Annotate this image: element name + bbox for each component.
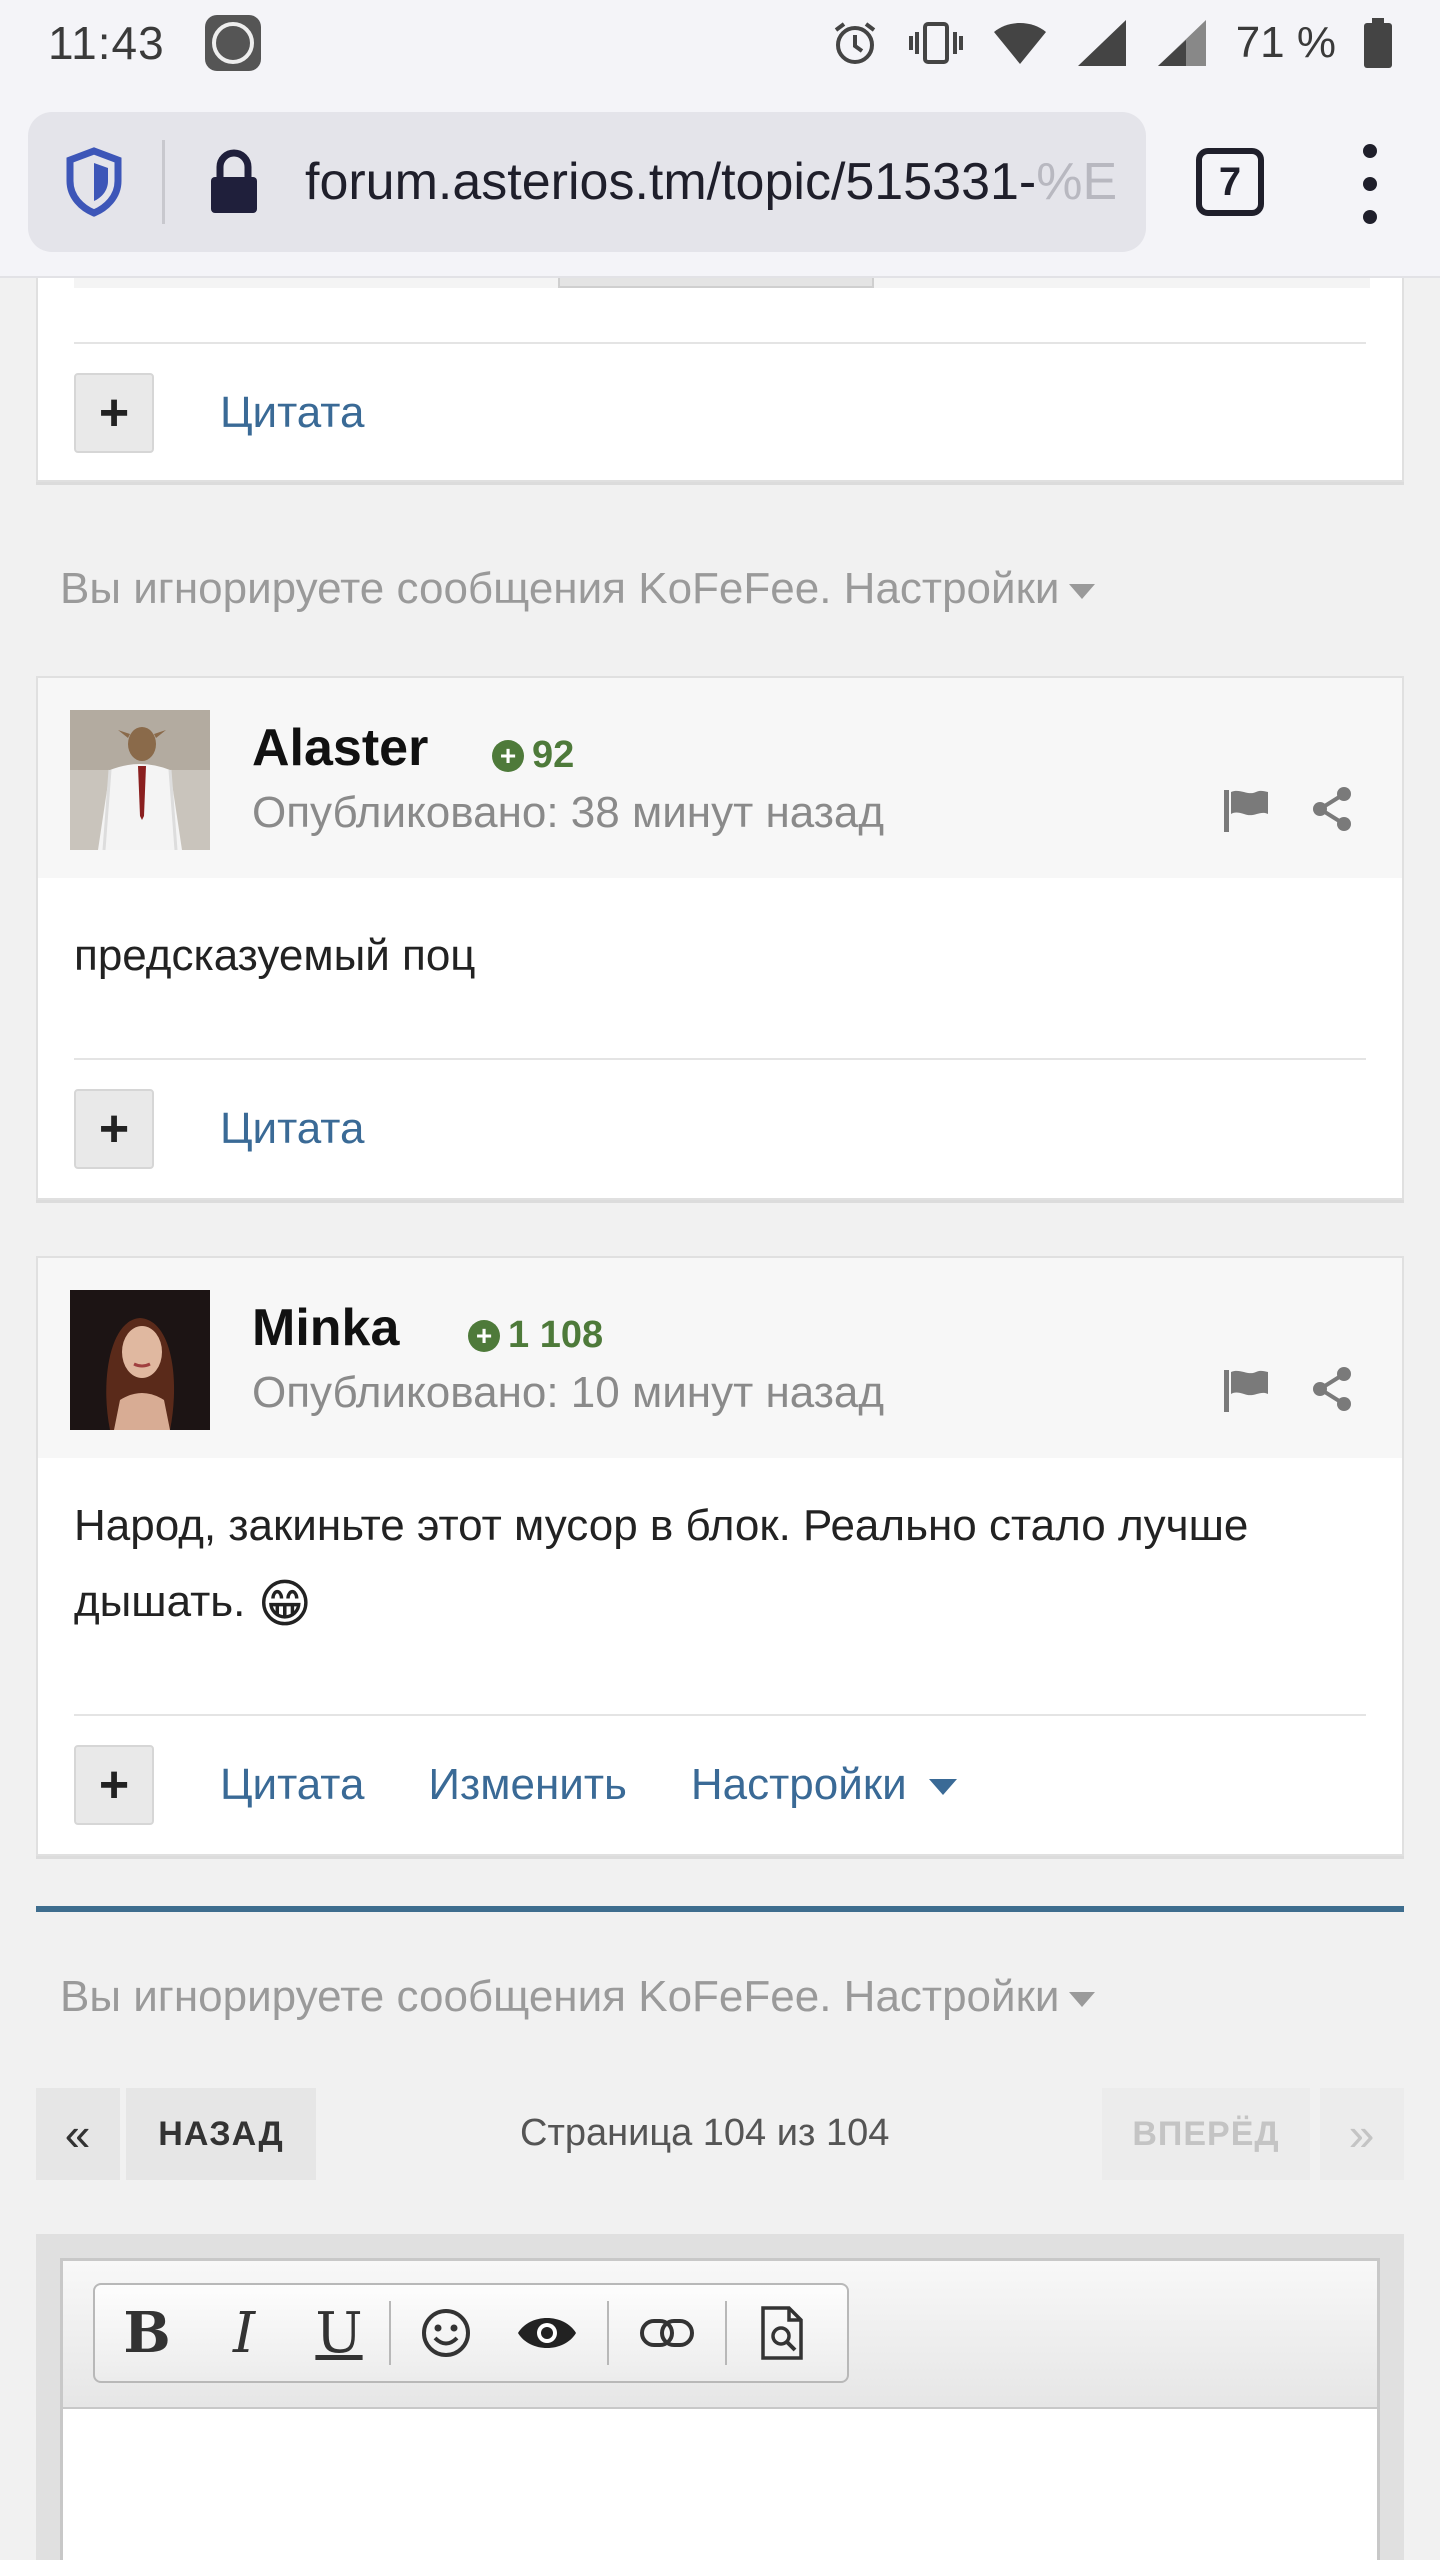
settings-dropdown[interactable]: Настройки [691,1760,957,1810]
status-bar: 11:43 71 % [0,0,1440,86]
page-indicator: Страница 104 из 104 [520,2112,890,2154]
italic-button[interactable]: I [199,2283,289,2383]
last-page-button[interactable]: » [1320,2088,1404,2180]
previous-post: + Цитата [36,278,1404,482]
quote-link[interactable]: Цитата [220,1760,364,1810]
pagination: « НАЗАД Страница 104 из 104 ВПЕРЁД » [36,2088,1404,2180]
bold-button[interactable]: B [95,2283,199,2383]
post-timestamp[interactable]: Опубликовано: 10 минут назад [252,1368,884,1418]
chevron-down-icon [928,1779,957,1796]
tab-switcher-button[interactable]: 7 [1196,148,1264,216]
emoji-icon[interactable] [391,2283,501,2383]
post-header: Minka + 1 108 Опубликовано: 10 минут наз… [38,1258,1402,1458]
ignored-notice-text[interactable]: Вы игнорируете сообщения KoFeFee. Настро… [60,1972,1059,2021]
plus-circle-icon: + [492,739,524,772]
mi-app-icon [204,15,261,71]
wifi-icon [992,20,1048,66]
formatting-buttons: B I U [93,2283,849,2383]
avatar[interactable] [70,1290,210,1430]
reputation-count: 92 [532,734,575,776]
reputation-plus-button[interactable]: + [74,1089,154,1169]
post-text: Народ, закиньте этот мусор в блок. Реаль… [74,1501,1249,1626]
first-page-button[interactable]: « [36,2088,120,2180]
signal-icon [1076,18,1128,68]
more-menu-icon[interactable] [1360,144,1380,224]
settings-label[interactable]: Настройки [691,1760,907,1809]
editor-frame: B I U [60,2258,1380,2560]
attached-image-fragment[interactable] [74,278,1370,288]
grinning-emoji: 😁 [257,1575,312,1634]
address-bar[interactable]: forum.asterios.tm/topic/515331-%E [28,112,1146,252]
reputation-badge: + 92 [492,734,574,777]
reply-editor: B I U [36,2234,1404,2560]
vibrate-icon [908,18,964,68]
reputation-count: 1 108 [508,1314,604,1356]
share-icon[interactable] [1310,1366,1354,1417]
url-text-fade: %E [1036,153,1118,211]
reputation-plus-button[interactable]: + [74,373,154,453]
editor-textarea[interactable] [63,2409,1377,2560]
post-timestamp[interactable]: Опубликовано: 38 минут назад [252,788,884,838]
address-separator [162,140,165,224]
flag-icon[interactable] [1222,1368,1270,1419]
post-card: Alaster + 92 Опубликовано: 38 минут наза… [36,676,1404,1200]
shield-icon[interactable] [46,112,142,252]
post-card: Minka + 1 108 Опубликовано: 10 минут наз… [36,1256,1404,1856]
status-icons: 71 % [830,18,1392,68]
prev-page-button[interactable]: НАЗАД [126,2088,316,2180]
spoiler-eye-icon[interactable] [501,2283,593,2383]
clock: 11:43 [48,17,165,69]
preview-icon[interactable] [727,2283,837,2383]
link-icon[interactable] [609,2283,725,2383]
chevron-down-icon [1069,1991,1096,2007]
quote-link[interactable]: Цитата [220,388,364,438]
post-footer: + Цитата [74,342,1366,482]
next-page-button[interactable]: ВПЕРЁД [1102,2088,1310,2180]
underline-button[interactable]: U [289,2283,389,2383]
plus-circle-icon: + [468,1319,500,1352]
battery-percent: 71 % [1235,18,1336,67]
avatar[interactable] [70,710,210,850]
browser-toolbar: forum.asterios.tm/topic/515331-%E 7 [0,86,1440,278]
post-header: Alaster + 92 Опубликовано: 38 минут наза… [38,678,1402,878]
post-footer: + Цитата Изменить Настройки [74,1714,1366,1854]
forum-content: + Цитата Вы игнорируете сообщения KoFeFe… [0,278,1440,2560]
author-name[interactable]: Alaster [252,718,428,778]
lock-icon[interactable] [199,149,269,215]
editor-toolbar: B I U [63,2261,1377,2409]
section-divider [36,1906,1404,1912]
post-footer: + Цитата [74,1058,1366,1198]
ignored-notice[interactable]: Вы игнорируете сообщения KoFeFee. Настро… [60,564,1096,614]
author-name[interactable]: Minka [252,1298,399,1358]
share-icon[interactable] [1310,786,1354,837]
signal-2-icon [1156,18,1208,68]
flag-icon[interactable] [1222,788,1270,839]
url-text[interactable]: forum.asterios.tm/topic/515331-%E [305,152,1135,212]
battery-icon [1364,18,1392,68]
quote-link[interactable]: Цитата [220,1104,364,1154]
reputation-plus-button[interactable]: + [74,1745,154,1825]
reputation-badge: + 1 108 [468,1314,603,1357]
chevron-down-icon [1069,583,1096,599]
alarm-icon [830,18,880,68]
post-body: предсказуемый поц [38,878,1402,1058]
ignored-notice-text[interactable]: Вы игнорируете сообщения KoFeFee. Настро… [60,564,1059,613]
edit-link[interactable]: Изменить [428,1760,626,1810]
post-body: Народ, закиньте этот мусор в блок. Реаль… [38,1458,1402,1714]
post-text: предсказуемый поц [74,931,476,980]
ignored-notice[interactable]: Вы игнорируете сообщения KoFeFee. Настро… [60,1972,1096,2022]
